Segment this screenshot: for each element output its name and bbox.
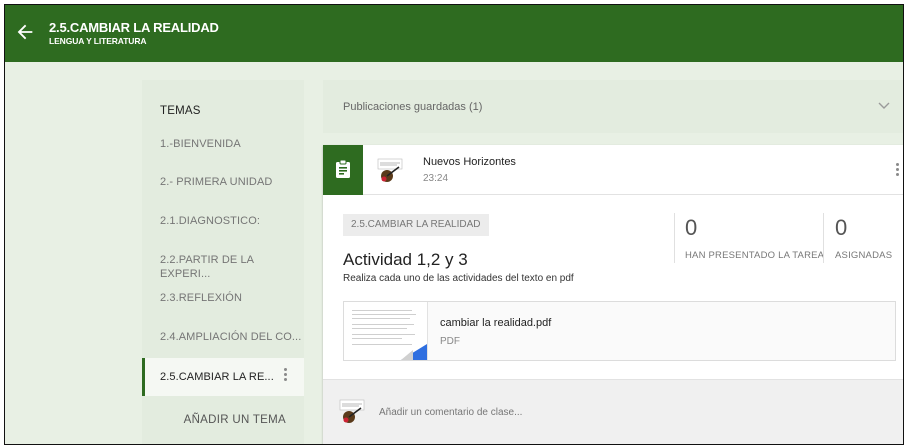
assigned-count[interactable]: 0 xyxy=(835,215,847,241)
sidebar-item-diagnostico[interactable]: 2.1.DIAGNOSTICO: xyxy=(142,214,304,252)
chevron-down-icon[interactable] xyxy=(878,101,890,111)
sidebar-item-cambiar-realidad[interactable]: 2.5.CAMBIAR LA RE... xyxy=(142,358,304,396)
sidebar-item-label: 2.5.CAMBIAR LA RE... xyxy=(160,371,274,383)
submitted-count[interactable]: 0 xyxy=(685,215,697,241)
assignment-badge xyxy=(323,145,363,195)
topic-chip[interactable]: 2.5.CAMBIAR LA REALIDAD xyxy=(343,214,489,236)
clipboard-icon xyxy=(336,160,350,178)
sidebar-item-label: 2.1.DIAGNOSTICO: xyxy=(160,215,261,227)
sidebar-item-reflexion[interactable]: 2.3.REFLEXIÓN xyxy=(142,291,304,329)
more-vert-icon[interactable] xyxy=(284,368,288,382)
add-topic-button[interactable]: AÑADIR UN TEMA xyxy=(142,414,304,426)
sidebar-item-partir-experiencia[interactable]: 2.2.PARTIR DE LA EXPERI... xyxy=(142,253,304,291)
stats-divider xyxy=(823,213,824,263)
card-header: Nuevos Horizontes 23:24 xyxy=(323,145,903,195)
class-subtitle: LENGUA Y LITERATURA xyxy=(49,36,147,46)
saved-posts-bar[interactable]: Publicaciones guardadas (1) xyxy=(323,80,903,133)
sidebar-item-label: 2.4.AMPLIACIÓN DEL CO... xyxy=(160,331,302,343)
sidebar-item-bienvenida[interactable]: 1.-BIENVENIDA xyxy=(142,137,304,175)
sidebar-item-label: 1.-BIENVENIDA xyxy=(160,138,241,150)
assigned-label: ASIGNADAS xyxy=(835,250,893,261)
arrow-left-icon[interactable] xyxy=(14,21,36,43)
attachment-type: PDF xyxy=(440,336,460,347)
sidebar-item-label: 2.3.REFLEXIÓN xyxy=(160,292,242,304)
topics-heading: TEMAS xyxy=(160,105,201,117)
assignment-description: Realiza cada uno de las actividades del … xyxy=(343,273,574,284)
more-vert-icon[interactable] xyxy=(896,163,900,179)
topics-sidebar: TEMAS 1.-BIENVENIDA 2.- PRIMERA UNIDAD 2… xyxy=(142,80,304,444)
page-title: 2.5.CAMBIAR LA REALIDAD xyxy=(49,20,219,35)
attachment-name[interactable]: cambiar la realidad.pdf xyxy=(440,317,551,329)
sidebar-item-label: 2.- PRIMERA UNIDAD xyxy=(160,176,273,188)
class-comment-bar: Añadir un comentario de clase... xyxy=(323,379,903,444)
file-corner-icon xyxy=(401,344,427,360)
saved-posts-label: Publicaciones guardadas (1) xyxy=(343,101,483,113)
submitted-label: HAN PRESENTADO LA TAREA xyxy=(685,250,825,261)
sidebar-item-primera-unidad[interactable]: 2.- PRIMERA UNIDAD xyxy=(142,175,304,213)
app-frame: 2.5.CAMBIAR LA REALIDAD LENGUA Y LITERAT… xyxy=(4,4,904,445)
class-comment-input[interactable]: Añadir un comentario de clase... xyxy=(379,407,522,418)
top-bar: 2.5.CAMBIAR LA REALIDAD LENGUA Y LITERAT… xyxy=(5,5,903,62)
avatar xyxy=(339,399,365,423)
stats-divider xyxy=(674,213,675,263)
sidebar-item-label: 2.2.PARTIR DE LA EXPERI... xyxy=(160,254,254,280)
pdf-thumbnail xyxy=(344,302,428,360)
assignment-card: Nuevos Horizontes 23:24 2.5.CAMBIAR LA R… xyxy=(323,145,903,444)
post-time: 23:24 xyxy=(423,173,449,184)
assignment-title[interactable]: Actividad 1,2 y 3 xyxy=(343,250,468,270)
pdf-attachment[interactable]: cambiar la realidad.pdf PDF xyxy=(343,301,896,361)
post-author: Nuevos Horizontes xyxy=(423,156,516,168)
avatar xyxy=(377,158,403,182)
